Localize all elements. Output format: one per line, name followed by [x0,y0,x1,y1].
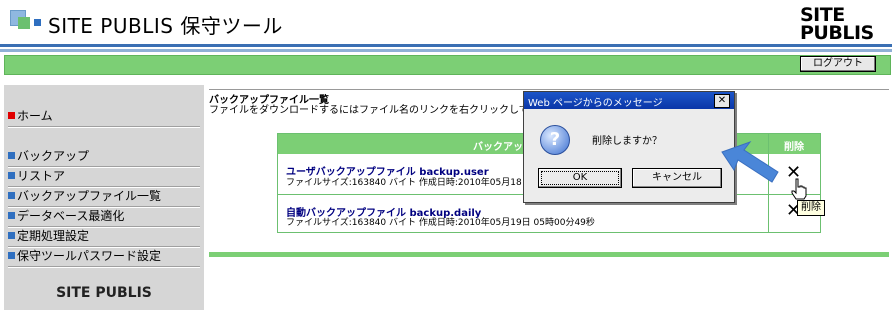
confirm-dialog: Web ページからのメッセージ ✕ ? 削除しますか？ OK キャンセル [523,91,735,203]
blue-square-icon [8,172,15,179]
sidebar-item-restore[interactable]: リストア [8,167,200,185]
ok-button[interactable]: OK [538,168,622,188]
sidebar-item-password[interactable]: 保守ツールパスワード設定 [8,247,200,265]
sidebar-item-backup[interactable]: バックアップ [8,147,200,165]
sidebar: ホーム バックアップ リストア バックアップファイル一覧 データベース最適化 定… [4,85,204,310]
main-divider [209,89,889,90]
blue-square-icon [8,192,15,199]
logout-button[interactable]: ログアウト [800,56,876,72]
sidebar-item-db-optimize[interactable]: データベース最適化 [8,207,200,225]
dialog-title: Web ページからのメッセージ [528,98,663,109]
sidebar-item-label: バックアップ [17,149,90,163]
close-icon[interactable]: ✕ [714,94,730,108]
delete-tooltip: 削除 [797,200,825,216]
sidebar-divider [8,266,200,268]
sidebar-item-label: データベース最適化 [17,209,125,223]
sidebar-item-label: バックアップファイル一覧 [17,189,162,203]
file-info: ファイルサイズ:163840 バイト 作成日時:2010年05月19日 05時0… [286,218,595,228]
header-divider [0,44,892,52]
sidebar-item-label: 定期処理設定 [17,229,90,243]
blue-square-icon [8,212,15,219]
blue-square-icon [8,152,15,159]
sidebar-footer-logo: SITE PUBLIS [56,285,152,301]
top-green-bar [4,55,891,75]
sidebar-item-label: 保守ツールパスワード設定 [17,249,162,263]
question-icon: ? [540,125,570,155]
bottom-green-bar [209,252,889,257]
sidebar-item-backup-files[interactable]: バックアップファイル一覧 [8,187,200,205]
page-description: ファイルをダウンロードするにはファイル名のリンクを右クリックして、「対象 [209,105,564,116]
arrow-icon [721,140,779,183]
blue-square-icon [8,252,15,259]
hand-cursor-icon [791,178,807,200]
blue-square-icon [8,232,15,239]
sidebar-item-label: リストア [17,169,66,183]
app-logo-icon [10,10,42,32]
sidebar-item-schedule[interactable]: 定期処理設定 [8,227,200,245]
cancel-button[interactable]: キャンセル [632,168,722,188]
file-info: ファイルサイズ:163840 バイト 作成日時:2010年05月18日 [286,178,531,188]
sidebar-item-label: ホーム [17,109,53,123]
sidebar-item-home[interactable]: ホーム [8,107,200,125]
brand-logo-line2: PUBLIS [800,22,874,44]
brand-logo: SITE PUBLIS [800,6,880,44]
dialog-message: 削除しますか？ [592,136,662,147]
app-title: SITE PUBLIS 保守ツール [48,14,283,38]
red-square-icon [8,112,15,119]
sidebar-divider [8,126,200,128]
